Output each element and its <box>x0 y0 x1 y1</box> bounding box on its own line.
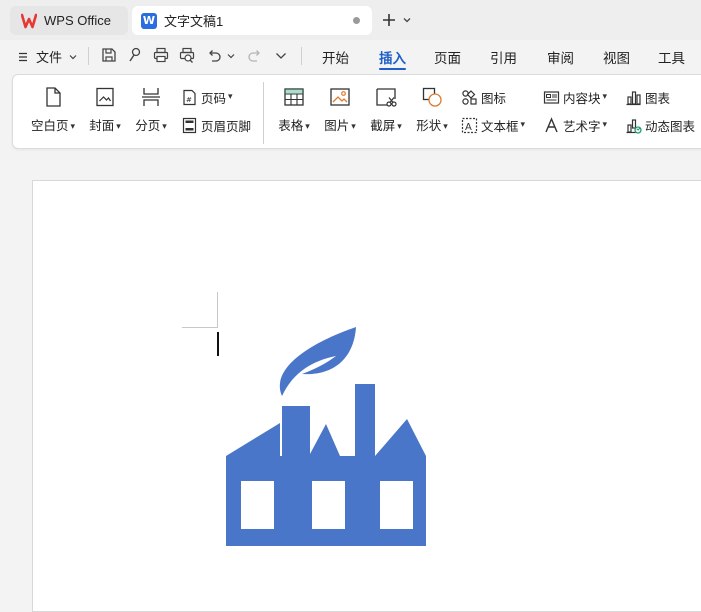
svg-text:#: # <box>186 96 192 104</box>
header-footer-icon <box>182 117 197 134</box>
margin-mark-vertical <box>217 292 218 328</box>
tab-references[interactable]: 引用 <box>490 47 517 67</box>
icon-label: 图标 <box>481 92 507 106</box>
tab-document-label: 文字文稿1 <box>164 14 224 29</box>
undo-dropdown-icon[interactable] <box>226 51 236 61</box>
redo-icon[interactable] <box>246 46 264 64</box>
chart-label: 图表 <box>645 92 671 106</box>
save-icon[interactable] <box>100 46 118 64</box>
svg-text:A: A <box>465 122 472 133</box>
text-box-icon: A <box>461 117 478 134</box>
chevron-down-icon: ▾ <box>116 121 121 131</box>
chevron-down-icon: ▾ <box>70 121 76 131</box>
menu-separator <box>301 47 302 65</box>
wps-logo-icon <box>21 13 37 28</box>
word-art-icon <box>545 117 558 133</box>
chevron-down-icon <box>69 54 77 59</box>
page-number-button[interactable]: # 页码 ▾ <box>181 88 233 107</box>
blank-page-icon <box>46 87 61 107</box>
word-art-button[interactable]: 艺术字 ▾ <box>543 116 607 135</box>
icon-library-icon <box>462 90 477 105</box>
chevron-down-icon: ▾ <box>520 119 526 129</box>
word-art-label: 艺术字 <box>563 120 601 134</box>
menu-separator <box>88 47 89 65</box>
page-number-label: 页码 <box>201 92 227 106</box>
chevron-down-icon: ▾ <box>305 121 310 131</box>
table-label: 表格 <box>278 119 304 133</box>
table-button[interactable]: 表格 ▾ <box>268 86 320 134</box>
chevron-down-icon[interactable] <box>401 14 413 26</box>
header-footer-button[interactable]: 页眉页脚 <box>181 116 251 135</box>
tab-view[interactable]: 视图 <box>603 47 630 67</box>
page-break-label: 分页 <box>135 119 161 133</box>
chevron-down-icon: ▾ <box>602 91 608 101</box>
unsaved-dot-icon[interactable] <box>353 17 360 24</box>
picture-button[interactable]: 图片 ▾ <box>314 86 366 134</box>
new-tab-button[interactable] <box>381 10 413 30</box>
factory-leaf-icon[interactable] <box>224 326 428 548</box>
tab-document[interactable]: W 文字文稿1 <box>132 6 372 35</box>
text-box-label: 文本框 <box>481 120 519 134</box>
tab-wps-office-label: WPS Office <box>44 13 111 28</box>
page-break-icon <box>142 88 160 106</box>
text-box-button[interactable]: A 文本框 ▾ <box>461 116 525 135</box>
chevron-down-icon: ▾ <box>351 121 356 131</box>
cover-label: 封面 <box>89 119 115 133</box>
undo-icon[interactable] <box>205 46 223 64</box>
content-block-icon <box>543 91 560 104</box>
chevron-down-icon: ▾ <box>228 91 233 101</box>
shape-icon <box>422 87 442 107</box>
writer-doc-icon: W <box>141 12 157 29</box>
screenshot-icon <box>376 88 397 107</box>
blank-page-label: 空白页 <box>30 119 69 133</box>
tab-home[interactable]: 开始 <box>322 47 349 67</box>
icon-button[interactable]: 图标 <box>461 88 506 107</box>
content-block-button[interactable]: 内容块 ▾ <box>543 88 607 107</box>
cover-page-icon <box>96 87 114 107</box>
dynamic-chart-button[interactable]: 动态图表 <box>625 116 695 135</box>
more-icon[interactable] <box>274 50 288 62</box>
chart-icon <box>626 91 641 106</box>
chevron-down-icon: ▾ <box>397 121 402 131</box>
chevron-down-icon: ▾ <box>443 121 448 131</box>
print-icon[interactable] <box>152 46 170 64</box>
screenshot-label: 截屏 <box>370 119 396 133</box>
content-block-label: 内容块 <box>563 92 601 106</box>
picture-icon <box>330 88 350 106</box>
cover-button[interactable]: 封面 ▾ <box>79 86 131 134</box>
hamburger-menu-icon <box>19 52 27 61</box>
dynamic-chart-icon <box>626 119 642 134</box>
dynamic-chart-label: 动态图表 <box>645 120 696 134</box>
text-cursor <box>217 332 219 356</box>
page-number-icon: # <box>183 89 196 106</box>
plus-icon <box>383 14 395 26</box>
file-menu-label: 文件 <box>36 50 63 65</box>
chevron-down-icon: ▾ <box>162 121 167 131</box>
active-tab-indicator <box>379 68 406 70</box>
page-break-button[interactable]: 分页 ▾ <box>125 86 177 134</box>
picture-label: 图片 <box>324 119 350 133</box>
blank-page-button[interactable]: 空白页 ▾ <box>27 86 79 134</box>
main-menu-button[interactable]: 文件 <box>16 47 78 66</box>
tab-bar: WPS Office W 文字文稿1 <box>0 0 701 40</box>
ribbon-separator <box>263 82 264 144</box>
print-preview-icon[interactable] <box>178 46 196 64</box>
tab-wps-office[interactable]: WPS Office <box>10 6 128 35</box>
tab-review[interactable]: 审阅 <box>547 47 574 67</box>
tab-page[interactable]: 页面 <box>434 47 461 67</box>
tab-insert[interactable]: 插入 <box>379 47 406 67</box>
shape-label: 形状 <box>416 119 442 133</box>
table-icon <box>284 88 304 106</box>
shape-button[interactable]: 形状 ▾ <box>406 86 458 134</box>
chevron-down-icon: ▾ <box>602 119 608 129</box>
margin-mark-horizontal <box>182 327 218 328</box>
header-footer-label: 页眉页脚 <box>201 120 252 134</box>
screenshot-button[interactable]: 截屏 ▾ <box>360 86 412 134</box>
tab-tools[interactable]: 工具 <box>658 47 685 67</box>
format-painter-icon[interactable] <box>126 46 144 64</box>
chart-button[interactable]: 图表 <box>625 88 670 107</box>
